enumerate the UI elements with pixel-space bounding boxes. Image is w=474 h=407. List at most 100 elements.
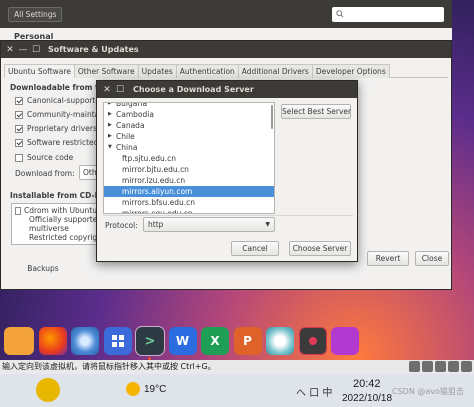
tree-item-label: Canada [116, 121, 145, 130]
collapsed-arrow-icon[interactable]: ▶ [108, 103, 116, 109]
software-updates-titlebar: ✕ — ☐ Software & Updates [1, 41, 451, 58]
expanded-arrow-icon[interactable]: ▼ [108, 142, 116, 153]
minimize-icon[interactable]: — [18, 45, 28, 55]
tree-item-label: mirrors.bfsu.edu.cn [122, 198, 196, 207]
check-source-code[interactable]: Source code [15, 153, 73, 162]
server-country-item[interactable]: ▼ China [104, 142, 274, 153]
server-mirror-item[interactable]: mirror.bjtu.edu.cn [104, 164, 274, 175]
maximize-icon[interactable]: ☐ [115, 85, 125, 95]
dock: > W X P [0, 322, 474, 360]
protocol-select[interactable]: http ▼ [143, 217, 275, 232]
disk-icon[interactable] [409, 361, 420, 372]
weather-icon[interactable] [126, 382, 140, 396]
apps-grid-icon[interactable] [103, 327, 132, 355]
server-mirror-item[interactable]: mirrors.cqu.edu.cn [104, 208, 274, 214]
temperature[interactable]: 19°C [144, 384, 166, 395]
all-settings-button[interactable]: All Settings [8, 6, 63, 22]
word-icon[interactable]: W [168, 327, 197, 355]
select-best-server-button[interactable]: Select Best Server [281, 104, 351, 119]
server-tree-list: ▶ Bulgaria ▶ Cambodia ▶ Canada ▶ Chile ▼ China ftp… [104, 102, 274, 214]
server-country-item[interactable]: ▶ Chile [104, 131, 274, 142]
tree-item-label: mirror.bjtu.edu.cn [122, 165, 189, 174]
tab-other-software[interactable]: Other Software [73, 64, 139, 78]
tree-item-label: ftp.sjtu.edu.cn [122, 154, 177, 163]
grid-glyph [111, 335, 124, 347]
checkbox[interactable] [15, 138, 23, 147]
record-dot [308, 337, 317, 345]
maximize-icon[interactable]: ☐ [31, 45, 41, 55]
tab-updates[interactable]: Updates [137, 64, 177, 78]
tree-scrollbar[interactable] [271, 105, 273, 129]
tree-item-label: China [116, 143, 138, 152]
tab-authentication[interactable]: Authentication [175, 64, 239, 78]
network-icon[interactable] [422, 361, 433, 372]
tab-ubuntu-software[interactable]: Ubuntu Software [4, 64, 75, 78]
terminal-glyph: > [144, 333, 156, 349]
tab-additional-drivers[interactable]: Additional Drivers [237, 64, 313, 78]
checkbox[interactable] [15, 124, 23, 133]
server-mirror-item[interactable]: mirrors.aliyun.com [104, 186, 274, 197]
checkbox[interactable] [15, 153, 23, 162]
settings-item-backups: Backups [26, 264, 60, 273]
tab-bar: Ubuntu Software Other Software Updates A… [4, 64, 448, 78]
checkbox[interactable] [15, 96, 23, 105]
record-icon[interactable] [298, 327, 327, 355]
window-title: Software & Updates [48, 45, 139, 54]
server-country-item[interactable]: ▶ Bulgaria [104, 102, 274, 109]
cancel-button[interactable]: Cancel [231, 241, 279, 256]
search-icon [336, 10, 344, 18]
tree-item-label: mirrors.cqu.edu.cn [122, 209, 193, 214]
collapsed-arrow-icon[interactable]: ▶ [108, 120, 116, 131]
vm-hint-bar: 输入定向到该虚拟机，请将鼠标指针移入其中或按 Ctrl+G。 [0, 360, 474, 374]
tree-item-label: Cambodia [116, 110, 154, 119]
dialog-title: Choose a Download Server [133, 85, 254, 94]
clock-date[interactable]: 2022/10/18 [342, 393, 392, 404]
terminal-icon[interactable]: > [135, 326, 165, 360]
clock-time[interactable]: 20:42 [353, 378, 381, 390]
excel-icon[interactable]: X [201, 327, 229, 355]
dialog-titlebar: ✕ ☐ Choose a Download Server [97, 81, 357, 98]
server-mirror-item[interactable]: mirrors.bfsu.edu.cn [104, 197, 274, 208]
revert-button[interactable]: Revert [367, 251, 409, 266]
usb-icon[interactable] [435, 361, 446, 372]
checkbox[interactable] [15, 206, 22, 215]
server-country-item[interactable]: ▶ Cambodia [104, 109, 274, 120]
sound-icon[interactable] [448, 361, 459, 372]
tree-item-label: Bulgaria [116, 102, 148, 108]
firefox-icon[interactable] [38, 327, 67, 355]
files-icon[interactable] [4, 327, 34, 355]
server-country-item[interactable]: ▶ Canada [104, 120, 274, 131]
server-mirror-item[interactable]: ftp.sjtu.edu.cn [104, 153, 274, 164]
close-icon[interactable]: ✕ [5, 45, 15, 55]
choose-server-dialog: ✕ ☐ Choose a Download Server ▶ Bulgaria ▶ C… [96, 80, 358, 262]
tab-developer-options[interactable]: Developer Options [311, 64, 390, 78]
browser-icon[interactable] [71, 327, 99, 355]
collapsed-arrow-icon[interactable]: ▶ [108, 109, 116, 120]
cdrom-line: Restricted copyright [29, 233, 105, 242]
cdrom-title: Cdrom with Ubuntu [24, 206, 97, 215]
choose-server-button[interactable]: Choose Server [289, 241, 351, 256]
server-mirror-item[interactable]: mirror.lzu.edu.cn [104, 175, 274, 186]
server-tree[interactable]: ▶ Bulgaria ▶ Cambodia ▶ Canada ▶ Chile ▼ China ftp… [103, 102, 275, 214]
collapsed-arrow-icon[interactable]: ▶ [108, 131, 116, 142]
dialog-separator [103, 215, 353, 216]
cdrom-item[interactable]: Cdrom with Ubuntu [15, 206, 97, 215]
chevron-down-icon: ▼ [265, 221, 270, 228]
app-icon[interactable] [331, 327, 359, 355]
check-label: Source code [27, 153, 74, 162]
vm-status-icons [407, 361, 472, 372]
system-tray[interactable]: へ 口 中 [296, 384, 332, 399]
stacer-icon[interactable] [266, 327, 294, 355]
close-icon[interactable]: ✕ [102, 85, 112, 95]
tree-item-label: mirror.lzu.edu.cn [122, 176, 186, 185]
powerpoint-icon[interactable]: P [233, 327, 262, 355]
settings-search-input[interactable] [332, 6, 444, 22]
close-button[interactable]: Close [415, 251, 449, 266]
protocol-value: http [148, 220, 164, 229]
checkbox[interactable] [15, 110, 23, 119]
settings-header: All Settings [0, 0, 452, 28]
taskbar-app-icon[interactable] [36, 378, 60, 402]
cdrom-line: Officially supported [29, 215, 103, 224]
vm-hint-text: 输入定向到该虚拟机，请将鼠标指针移入其中或按 Ctrl+G。 [2, 362, 216, 371]
display-icon[interactable] [461, 361, 472, 372]
